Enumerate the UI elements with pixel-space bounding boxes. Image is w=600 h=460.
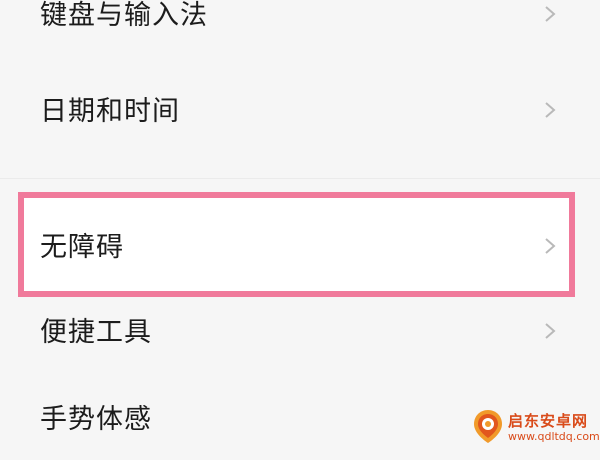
settings-item-label: 便捷工具 <box>40 317 152 348</box>
chevron-right-icon <box>542 102 558 118</box>
settings-item-label: 手势体感 <box>40 404 152 435</box>
watermark-title: 启东安卓网 <box>508 412 589 430</box>
chevron-right-icon <box>542 6 558 22</box>
watermark-logo-icon <box>470 408 506 444</box>
settings-item-label: 键盘与输入法 <box>40 0 208 31</box>
chevron-right-icon <box>542 238 558 254</box>
watermark: 启东安卓网 www.qdltdq.com <box>470 408 600 448</box>
chevron-right-icon <box>542 323 558 339</box>
settings-item-accessibility[interactable]: 无障碍 <box>0 205 600 285</box>
watermark-url: www.qdltdq.com <box>508 430 600 443</box>
settings-screen: 键盘与输入法 日期和时间 无障碍 便捷工具 手势体感 启东安卓网 www.qdl… <box>0 0 600 450</box>
settings-item-label: 日期和时间 <box>40 96 180 127</box>
settings-item-label: 无障碍 <box>40 232 124 263</box>
section-divider <box>0 178 600 179</box>
settings-item-keyboard-input[interactable]: 键盘与输入法 <box>0 0 600 66</box>
settings-item-shortcuts[interactable]: 便捷工具 <box>0 293 600 373</box>
settings-item-date-time[interactable]: 日期和时间 <box>0 72 600 152</box>
